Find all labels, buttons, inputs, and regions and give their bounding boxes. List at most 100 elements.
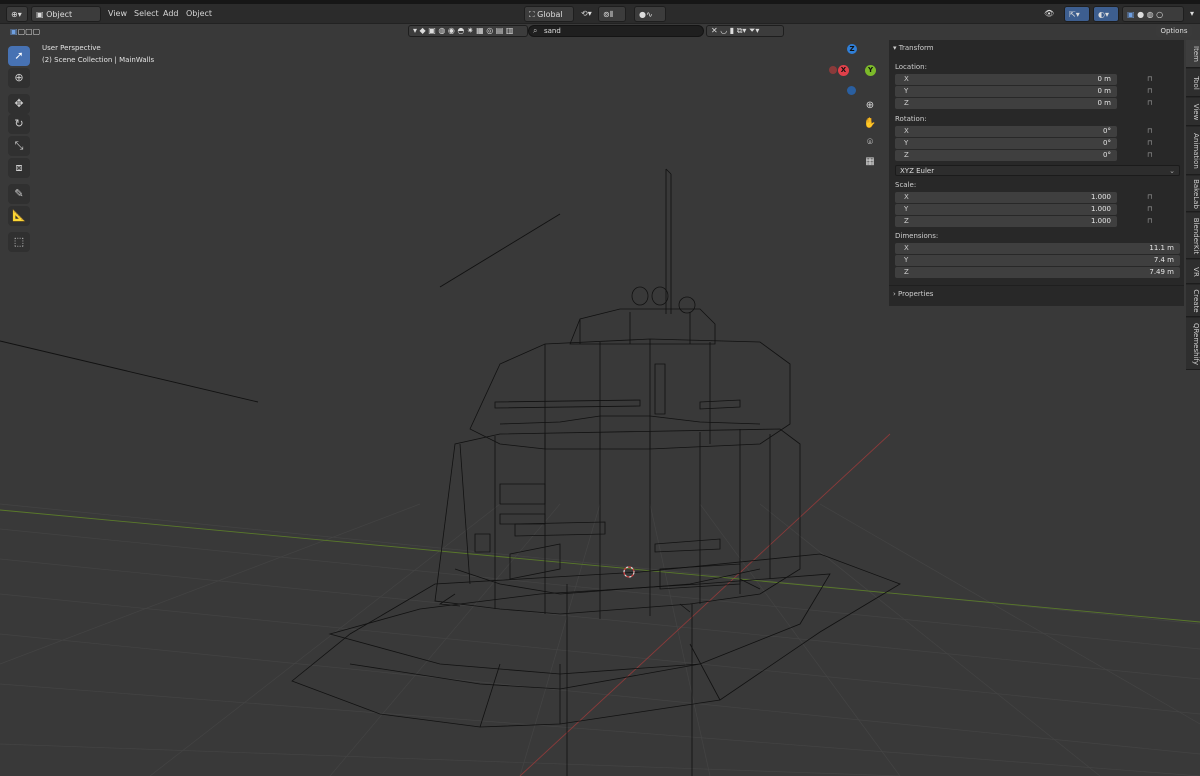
rotation-label: Rotation: (895, 115, 927, 123)
rendered-shading-icon[interactable]: ○ (1156, 10, 1163, 19)
menu-view[interactable]: View (108, 6, 127, 22)
measure-tool-icon[interactable]: 📐 (8, 206, 30, 226)
dimensions-y-field[interactable]: Y 7.4 m (895, 255, 1180, 266)
location-label: Location: (895, 63, 927, 71)
add-cube-tool-icon[interactable]: ⬚ (8, 232, 30, 252)
location-y-field[interactable]: Y 0 m (895, 86, 1117, 97)
orientation-label: Global (537, 10, 563, 19)
menu-object[interactable]: Object (186, 6, 212, 22)
zoom-icon[interactable]: ⊕ (862, 98, 878, 114)
transform-tool-icon[interactable]: ⧈ (8, 158, 30, 178)
viewport-subtitle: (2) Scene Collection | MainWalls (42, 56, 155, 64)
orientation-icon: ⛶ (529, 10, 535, 19)
rotation-mode-value: XYZ Euler (900, 167, 935, 175)
viewport-header: ⊕▾ ▣ Object Mode ▾ View Select Add Objec… (0, 4, 1200, 35)
transform-header[interactable]: ▾ Transform (893, 44, 934, 52)
tab-create[interactable]: Create (1186, 285, 1200, 317)
axis-label: Z (904, 268, 909, 276)
scale-y-field[interactable]: Y 1.000 (895, 204, 1117, 215)
gizmo-neg-z-axis[interactable] (847, 86, 856, 95)
sidebar-panel: ▾ Transform Location: X 0 m Y 0 m Z 0 m ⊓ ⊓… (889, 40, 1184, 306)
gizmo-x-axis[interactable]: X (838, 65, 849, 76)
material-shading-icon[interactable]: ◍ (1147, 10, 1154, 19)
axis-label: Z (904, 151, 909, 159)
dimensions-z-field[interactable]: Z 7.49 m (895, 267, 1180, 278)
axis-label: Y (904, 205, 909, 213)
gizmo-toggle[interactable]: ⇱▾ (1064, 6, 1090, 22)
location-z-field[interactable]: Z 0 m (895, 98, 1117, 109)
object-mode-icon: ▣ (36, 10, 44, 19)
axis-label: Y (904, 87, 909, 95)
camera-view-icon[interactable]: ⌾ (862, 135, 878, 151)
scale-tool-icon[interactable]: ⤡ (8, 136, 30, 156)
scale-x-field[interactable]: X 1.000 (895, 192, 1117, 203)
outliner-filter-icons[interactable]: ▾ ◆ ▣ ◍ ◉ ◓ ✷ ▦ ◎ ▤ ▥ (408, 25, 528, 37)
properties-header[interactable]: › Properties (893, 290, 933, 298)
selection-mode-icons[interactable]: ▣▢▢▢ (6, 26, 48, 38)
perspective-grid-icon[interactable]: ▦ (862, 154, 878, 170)
gizmo-z-axis[interactable]: Z (847, 44, 857, 54)
dimensions-label: Dimensions: (895, 232, 939, 240)
lock-icon[interactable]: ⊓ (1147, 127, 1155, 136)
properties-title: Properties (898, 290, 934, 298)
overlays-toggle[interactable]: ◐▾ (1093, 6, 1119, 22)
location-x-field[interactable]: X 0 m (895, 74, 1117, 85)
search-filter-icons[interactable]: ✕ ◡ ▮ ⧉▾ ⏷▾ (706, 25, 784, 37)
lock-icon[interactable]: ⊓ (1147, 151, 1155, 160)
tab-qremeshify[interactable]: QRemeshify (1186, 318, 1200, 370)
lock-icon[interactable]: ⊓ (1147, 217, 1155, 226)
transform-title: Transform (898, 44, 934, 52)
lock-icon[interactable]: ⊓ (1147, 139, 1155, 148)
field-value: 1.000 (1090, 217, 1111, 225)
scale-z-field[interactable]: Z 1.000 (895, 216, 1117, 227)
lock-icon[interactable]: ⊓ (1147, 87, 1155, 96)
axis-label: X (904, 127, 909, 135)
proportional-edit-icon[interactable]: ●∿ (634, 6, 666, 22)
select-box-tool-icon[interactable]: ➚ (8, 46, 30, 66)
pan-hand-icon[interactable]: ✋ (862, 116, 878, 132)
gizmo-y-axis[interactable]: Y (865, 65, 876, 76)
axis-label: Z (904, 217, 909, 225)
lock-icon[interactable]: ⊓ (1147, 75, 1155, 84)
options-button[interactable]: Options (1156, 25, 1192, 37)
chevron-down-icon: ⌄ (1169, 167, 1175, 175)
lock-icon[interactable]: ⊓ (1147, 99, 1155, 108)
field-value: 0° (1103, 151, 1111, 159)
axis-label: Y (904, 139, 909, 147)
field-value: 0 m (1097, 99, 1112, 107)
gizmo-neg-x-axis[interactable] (829, 66, 837, 74)
pivot-icon[interactable]: ⟲▾ (577, 6, 597, 22)
wireframe-shading-icon[interactable]: ▣ (1127, 10, 1135, 19)
field-value: 11.1 m (1149, 244, 1174, 252)
tab-label: QRemeshify (1192, 322, 1200, 365)
axis-label: X (904, 193, 909, 201)
shading-options-icon[interactable]: ▾ (1186, 6, 1198, 22)
chevron-down-icon: ▾ (893, 44, 897, 52)
divider (889, 285, 1184, 286)
rotation-z-field[interactable]: Z 0° (895, 150, 1117, 161)
snap-toggle[interactable]: ⊚⫴ (598, 6, 626, 22)
rotate-tool-icon[interactable]: ↻ (8, 114, 30, 134)
rotation-x-field[interactable]: X 0° (895, 126, 1117, 137)
lock-icon[interactable]: ⊓ (1147, 205, 1155, 214)
orientation-dropdown[interactable]: ⛶ Global ▾ (524, 6, 574, 35)
menu-add[interactable]: Add (163, 6, 179, 22)
field-value: 0° (1103, 139, 1111, 147)
menu-select[interactable]: Select (134, 6, 159, 22)
mode-dropdown[interactable]: ▣ Object Mode ▾ (31, 6, 101, 35)
editor-type-button[interactable]: ⊕▾ (6, 6, 28, 22)
search-icon: ⌕ (533, 26, 538, 35)
rotation-y-field[interactable]: Y 0° (895, 138, 1117, 149)
solid-shading-icon[interactable]: ● (1137, 10, 1144, 19)
annotate-tool-icon[interactable]: ✎ (8, 184, 30, 204)
axis-label: Z (904, 99, 909, 107)
field-value: 0 m (1097, 75, 1112, 83)
rotation-mode-dropdown[interactable]: XYZ Euler ⌄ (895, 165, 1180, 176)
shading-modes[interactable]: ▣ ● ◍ ○ (1122, 6, 1184, 22)
move-tool-icon[interactable]: ✥ (8, 94, 30, 114)
dimensions-x-field[interactable]: X 11.1 m (895, 243, 1180, 254)
cursor-tool-icon[interactable]: ⊕ (8, 68, 30, 88)
visibility-icon[interactable]: 👁▾ (1040, 6, 1060, 34)
axis-label: X (904, 75, 909, 83)
lock-icon[interactable]: ⊓ (1147, 193, 1155, 202)
